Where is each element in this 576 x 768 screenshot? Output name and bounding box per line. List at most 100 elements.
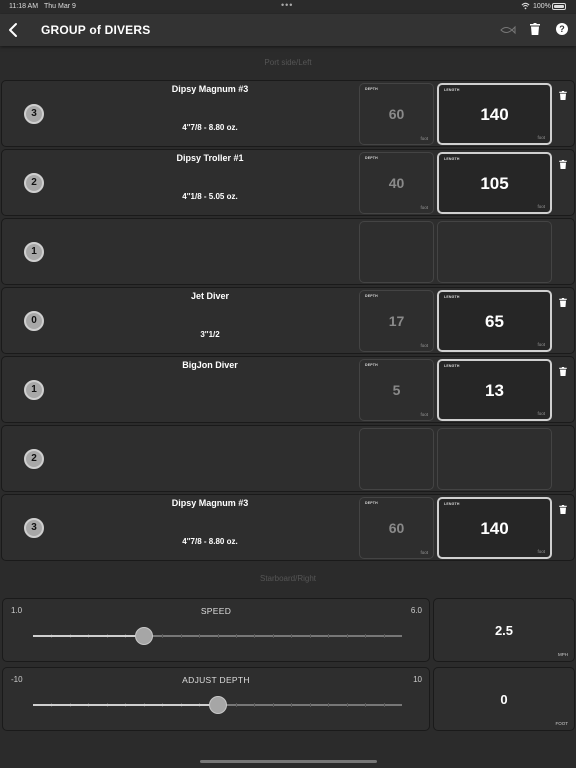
diver-name: Dipsy Magnum #3 <box>171 84 249 94</box>
diver-row[interactable]: 3 Dipsy Magnum #3 4''7/8 - 8.80 oz. DEPTH … <box>1 80 575 147</box>
adjust-depth-slider[interactable] <box>33 696 402 714</box>
battery-percent: 100% <box>533 3 551 10</box>
length-unit: foot <box>537 204 545 209</box>
fish-icon[interactable] <box>500 25 516 35</box>
diver-row[interactable]: 0 Jet Diver 3''1/2 DEPTH 17 foot LENGTH 65… <box>1 287 575 354</box>
depth-box[interactable] <box>359 428 434 490</box>
slider-tick <box>235 634 237 638</box>
depth-box[interactable]: DEPTH 60 foot <box>359 83 434 145</box>
position-badge[interactable]: 3 <box>24 104 44 124</box>
diver-name: Dipsy Troller #1 <box>176 153 244 163</box>
diver-row[interactable]: 3 Dipsy Magnum #3 4''7/8 - 8.80 oz. DEPTH … <box>1 494 575 561</box>
length-caption: LENGTH <box>444 157 460 161</box>
length-box[interactable]: LENGTH 65 foot <box>437 290 552 352</box>
depth-box[interactable]: DEPTH 17 foot <box>359 290 434 352</box>
trash-icon[interactable] <box>559 91 567 100</box>
length-box[interactable]: LENGTH 140 foot <box>437 497 552 559</box>
multitasking-dots[interactable]: ••• <box>281 0 293 10</box>
position-badge[interactable]: 0 <box>24 311 44 331</box>
depth-unit: foot <box>420 550 428 555</box>
depth-caption: DEPTH <box>365 294 378 298</box>
length-value: 13 <box>485 381 504 400</box>
depth-unit: foot <box>420 205 428 210</box>
length-caption: LENGTH <box>444 88 460 92</box>
diver-row[interactable]: 2 <box>1 425 575 492</box>
length-unit: foot <box>537 342 545 347</box>
slider-tick <box>383 703 385 707</box>
diver-name: Dipsy Magnum #3 <box>171 498 249 508</box>
trash-icon[interactable] <box>559 367 567 376</box>
depth-box[interactable]: DEPTH 60 foot <box>359 497 434 559</box>
length-caption: LENGTH <box>444 502 460 506</box>
slider-tick <box>162 634 164 638</box>
starboard-side-label: Starboard/Right <box>259 574 317 583</box>
length-caption: LENGTH <box>444 295 460 299</box>
speed-value: 2.5 <box>494 623 514 638</box>
port-side-label: Port side/Left <box>264 58 312 67</box>
slider-tick <box>328 634 330 638</box>
speed-slider-thumb[interactable] <box>134 627 153 645</box>
diver-row[interactable]: 2 Dipsy Troller #1 4''1/8 - 5.05 oz. DEPTH… <box>1 149 575 216</box>
slider-tick <box>180 634 182 638</box>
chevron-left-icon[interactable] <box>7 21 21 39</box>
slider-tick <box>291 634 293 638</box>
length-box[interactable] <box>437 428 552 490</box>
page-title: GROUP of DIVERS <box>41 23 151 37</box>
length-box[interactable] <box>437 221 552 283</box>
home-indicator[interactable] <box>200 760 377 763</box>
slider-tick <box>346 703 348 707</box>
depth-box[interactable]: DEPTH 40 foot <box>359 152 434 214</box>
adjust-depth-slider-thumb[interactable] <box>208 696 227 714</box>
trash-icon[interactable] <box>559 160 567 169</box>
length-value: 140 <box>480 519 509 538</box>
slider-tick <box>235 703 237 707</box>
status-date: Thu Mar 9 <box>44 3 76 10</box>
adjust-depth-slider-fill <box>33 704 218 706</box>
adjust-depth-unit: FOOT <box>555 721 569 726</box>
diver-name: BigJon Diver <box>182 360 238 370</box>
depth-unit: foot <box>420 136 428 141</box>
help-icon[interactable]: ? <box>556 23 568 35</box>
trash-icon[interactable] <box>559 505 567 514</box>
length-unit: foot <box>537 549 545 554</box>
wifi-icon <box>521 2 530 10</box>
diver-name: Jet Diver <box>190 291 230 301</box>
depth-caption: DEPTH <box>365 501 378 505</box>
position-badge[interactable]: 3 <box>24 518 44 538</box>
trash-icon[interactable] <box>559 298 567 307</box>
length-box[interactable]: LENGTH 140 foot <box>437 83 552 145</box>
position-badge[interactable]: 2 <box>24 173 44 193</box>
depth-caption: DEPTH <box>365 363 378 367</box>
length-box[interactable]: LENGTH 105 foot <box>437 152 552 214</box>
length-box[interactable]: LENGTH 13 foot <box>437 359 552 421</box>
adjust-depth-value: 0 <box>500 692 508 707</box>
length-caption: LENGTH <box>444 364 460 368</box>
length-value: 65 <box>485 312 504 331</box>
position-badge[interactable]: 1 <box>24 242 44 262</box>
diver-spec: 3''1/2 <box>200 330 220 339</box>
slider-tick <box>291 703 293 707</box>
depth-value: 5 <box>392 382 401 398</box>
depth-box[interactable]: DEPTH 5 foot <box>359 359 434 421</box>
speed-value-panel[interactable]: 2.5 MPH <box>433 598 575 662</box>
depth-value: 60 <box>388 106 405 122</box>
speed-slider-fill <box>33 635 144 637</box>
adjust-depth-slider-panel: -10 ADJUST DEPTH 10 <box>2 667 430 731</box>
speed-max-label: 6.0 <box>410 606 422 615</box>
slider-tick <box>199 634 201 638</box>
speed-slider-panel: 1.0 SPEED 6.0 <box>2 598 430 662</box>
position-badge[interactable]: 1 <box>24 380 44 400</box>
depth-box[interactable] <box>359 221 434 283</box>
length-value: 140 <box>480 105 509 124</box>
depth-caption: DEPTH <box>365 156 378 160</box>
speed-slider[interactable] <box>33 627 402 645</box>
depth-value: 40 <box>388 175 405 191</box>
trash-icon[interactable] <box>530 23 540 35</box>
diver-row[interactable]: 1 BigJon Diver DEPTH 5 foot LENGTH 13 foo… <box>1 356 575 423</box>
depth-value: 60 <box>388 520 405 536</box>
diver-row[interactable]: 1 <box>1 218 575 285</box>
slider-tick <box>383 634 385 638</box>
adjust-depth-value-panel[interactable]: 0 FOOT <box>433 667 575 731</box>
diver-spec: 4''1/8 - 5.05 oz. <box>182 192 238 201</box>
position-badge[interactable]: 2 <box>24 449 44 469</box>
